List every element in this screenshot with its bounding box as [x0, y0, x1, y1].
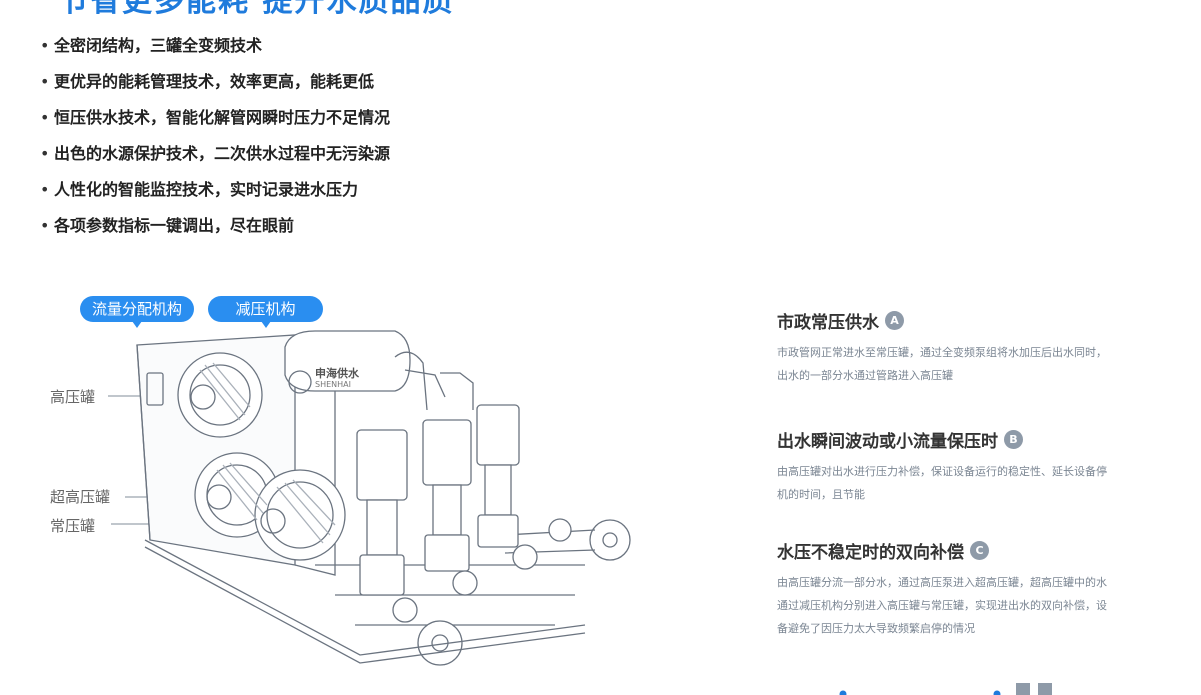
info-text: 市政管网正常进水至常压罐，通过全变频泵组将水加压后出水同时，出水的一部分水通过管…	[777, 346, 1107, 382]
brand-en: SHENHAI	[315, 380, 351, 389]
feature-item: • 更优异的能耗管理技术，效率更高，能耗更低	[40, 72, 375, 91]
info-block-municipal: 市政常压供水 A 市政管网正常进水至常压罐，通过全变频泵组将水加压后出水同时，出水…	[777, 308, 1117, 387]
info-title: 出水瞬间波动或小流量保压时 B	[777, 427, 1117, 452]
info-block-fluctuation: 出水瞬间波动或小流量保压时 B 由高压罐对出水进行压力补偿，保证设备运行的稳定性、…	[777, 427, 1117, 506]
badge-b-icon: B	[1004, 430, 1023, 449]
high-pressure-tank-label: 高压罐	[50, 388, 96, 406]
feature-item: • 出色的水源保护技术，二次供水过程中无污染源	[40, 144, 391, 163]
info-block-bidirectional: 水压不稳定时的双向补偿 C 由高压罐分流一部分水，通过高压泵进入超高压罐，超高压罐…	[777, 538, 1117, 640]
normal-pressure-tank-label: 常压罐	[50, 517, 96, 535]
feature-item: • 各项参数指标一键调出，尽在眼前	[40, 216, 295, 235]
brand-cn: 申海供水	[315, 366, 360, 380]
feature-item: • 人性化的智能监控技术，实时记录进水压力	[40, 180, 359, 199]
feature-item: • 全密闭结构，三罐全变频技术	[40, 36, 263, 55]
headline: 节省更多能耗 提升水质品质	[58, 0, 455, 19]
pressure-reducing-bubble: 减压机构	[208, 296, 323, 328]
info-text: 由高压罐分流一部分水，通过高压泵进入超高压罐，超高压罐中的水通过减压机构分别进入…	[777, 576, 1107, 635]
feature-list: • 全密闭结构，三罐全变频技术 • 更优异的能耗管理技术，效率更高，能耗更低 • 恒压…	[40, 34, 390, 250]
badge-c-icon: C	[970, 541, 989, 560]
badge-a-icon: A	[885, 311, 904, 330]
super-high-pressure-tank-label: 超高压罐	[50, 488, 111, 506]
bottom-decoration	[839, 683, 1052, 695]
flow-distribution-bubble: 流量分配机构	[80, 296, 194, 328]
feature-item: • 恒压供水技术，智能化解管网瞬时压力不足情况	[40, 108, 391, 127]
info-title: 市政常压供水 A	[777, 308, 1117, 333]
info-text: 由高压罐对出水进行压力补偿，保证设备运行的稳定性、延长设备停机的时间，且节能	[777, 465, 1107, 501]
info-title: 水压不稳定时的双向补偿 C	[777, 538, 1117, 563]
water-supply-equipment-illustration: 申海供水 SHENHAI	[108, 330, 631, 666]
